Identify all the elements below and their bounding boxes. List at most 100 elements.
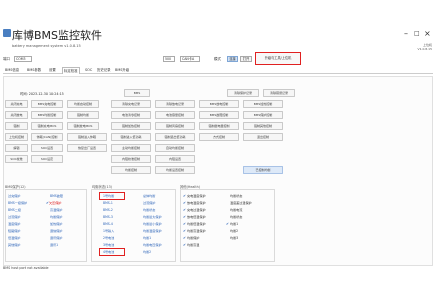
left-opt-1-5[interactable]: 短路保护 <box>8 229 20 233</box>
ctrl-btn-3-5[interactable]: 强制继电器控制 <box>199 122 239 130</box>
ctrl-btn-5-3[interactable]: 主动均衡控制 <box>111 144 151 152</box>
mid-opt-2-6[interactable]: 均衡1 <box>143 236 151 240</box>
mid-opt-1-8[interactable]: 4号电池 <box>103 250 114 254</box>
ctrl-btn-4-5[interactable]: 方式控制 <box>199 133 239 141</box>
ctrl-btn-2-3[interactable]: 电池清零控制 <box>111 111 151 119</box>
right-opt-2-5[interactable]: 均衡2 <box>230 229 238 233</box>
upgrade-tool-button[interactable]: 升级与工具/上位机 <box>255 52 301 65</box>
tab-calibration[interactable]: 标定校准 <box>62 67 80 74</box>
ctrl-btn-6-3[interactable]: 内阻设置 <box>155 155 195 163</box>
mid-opt-1-1[interactable]: BMS-1 <box>103 201 113 205</box>
left-opt-1-3[interactable]: 过流保护 <box>8 215 20 219</box>
left-opt-2-6[interactable]: 通讯保护 <box>50 236 62 240</box>
right-opt-1-0[interactable]: ✔ 充电温度保护 <box>183 194 206 198</box>
ctrl-btn-7-0[interactable]: 均衡控制 <box>111 166 151 174</box>
right-opt-2-0[interactable]: 均衡状态 <box>230 194 242 198</box>
right-opt-2-6[interactable]: 均衡3 <box>230 236 238 240</box>
right-opt-1-7[interactable]: ✔ 均衡高温 <box>183 243 199 247</box>
mid-opt-2-4[interactable]: 均衡最小保护 <box>143 222 162 226</box>
ctrl-btn-6-2[interactable]: 内阻校准控制 <box>111 155 151 163</box>
left-opt-1-1[interactable]: BMS一级保护 <box>8 201 27 205</box>
tab-bms-info[interactable]: BMS信息 <box>4 67 20 74</box>
ctrl-btn-4-1[interactable]: 休眠(CAN)控制 <box>31 133 63 141</box>
tab-bms-params[interactable]: BMS参数 <box>26 67 42 74</box>
right-opt-2-3[interactable]: 均衡状态 <box>230 215 242 219</box>
mid-opt-1-6[interactable]: 2号电池 <box>103 236 114 240</box>
mid-opt-2-5[interactable]: 均衡温度保护 <box>143 229 162 233</box>
open-button[interactable]: 打开 <box>240 56 252 62</box>
mid-opt-2-0[interactable]: 总体均衡 <box>143 194 155 198</box>
ctrl-btn-1-0[interactable]: 关闭充电 <box>5 100 28 108</box>
ctrl-btn-5-4[interactable]: 自动均衡控制 <box>155 144 195 152</box>
connect-button[interactable]: 连接 <box>227 56 238 62</box>
ctrl-btn-2-2[interactable]: 强制均衡 <box>67 111 99 119</box>
ctrl-btn-1-3[interactable]: 清除充电记录 <box>111 100 151 108</box>
left-opt-2-5[interactable]: 通信保护 <box>50 229 62 233</box>
port-select[interactable]: COM3 <box>14 56 32 62</box>
maximize-button[interactable]: □ <box>414 30 420 38</box>
right-opt-1-3[interactable]: ✔ 放电低温保护 <box>183 215 206 219</box>
ctrl-btn-2-1[interactable]: BMS均衡控制 <box>31 111 63 119</box>
left-opt-2-0[interactable]: BMS故障 <box>50 194 63 198</box>
mid-opt-1-5[interactable]: 1号输入 <box>103 229 114 233</box>
ctrl-btn-3-3[interactable]: 强制加热控制 <box>111 122 151 130</box>
ctrl-btn-2-0[interactable]: 关闭放电 <box>5 111 28 119</box>
tab-settings[interactable]: 设置 <box>48 67 57 74</box>
right-opt-1-4[interactable]: ✔ 均衡低温保护 <box>183 222 206 226</box>
clear-error-button[interactable]: 清除错误记录 <box>263 89 295 97</box>
ctrl-btn-1-6[interactable]: BMS加热控制 <box>243 100 283 108</box>
ctrl-btn-4-4[interactable]: 强制退出低功耗 <box>155 133 195 141</box>
ctrl-btn-1-4[interactable]: 清除放电记录 <box>155 100 195 108</box>
left-opt-1-4[interactable]: 温度保护 <box>8 222 20 226</box>
ctrl-btn-5-1[interactable]: SOC设置 <box>31 144 63 152</box>
rate-select[interactable]: 500 <box>163 56 175 62</box>
right-opt-1-1[interactable]: ✔ 放电温度保护 <box>183 201 206 205</box>
controlled-balance-button[interactable]: 已控制均衡 <box>243 166 283 174</box>
mid-opt-2-3[interactable]: 均衡最大保护 <box>143 215 162 219</box>
left-opt-2-3[interactable]: 均衡保护 <box>50 215 62 219</box>
left-opt-1-7[interactable]: 其他保护 <box>8 243 20 247</box>
ctrl-btn-3-1[interactable]: 强制充电MOS <box>31 122 63 130</box>
tab-bms-upgrade[interactable]: BMS升级 <box>114 67 130 74</box>
ctrl-btn-3-6[interactable]: 强制其他控制 <box>243 122 283 130</box>
right-opt-1-6[interactable]: ✔ 均衡保护 <box>183 236 199 240</box>
ctrl-btn-1-1[interactable]: BMS充电控制 <box>31 100 63 108</box>
ctrl-btn-3-4[interactable]: 强制风扇控制 <box>155 122 195 130</box>
ctrl-btn-3-0[interactable]: 强制 <box>5 122 28 130</box>
left-opt-1-2[interactable]: BMS二级 <box>8 208 21 212</box>
mid-opt-2-1[interactable]: 过流保护 <box>143 201 155 205</box>
ctrl-btn-1-2[interactable]: 均衡启动控制 <box>67 100 99 108</box>
mid-opt-1-3[interactable]: BMS-3 <box>103 215 113 219</box>
ctrl-btn-2-5[interactable]: BMS故障控制 <box>199 111 239 119</box>
left-opt-2-4[interactable]: 加热保护 <box>50 222 62 226</box>
right-opt-1-2[interactable]: ✔ 充电过温保护 <box>183 208 206 212</box>
mid-opt-1-4[interactable]: BMS-4 <box>103 222 113 226</box>
ctrl-btn-1-5[interactable]: BMS放电控制 <box>199 100 239 108</box>
right-opt-2-1[interactable]: 温度差过温保护 <box>230 201 252 205</box>
mid-opt-2-2[interactable]: 均衡状态 <box>143 208 155 212</box>
mid-opt-2-7[interactable]: 均衡电压保护 <box>143 243 162 247</box>
right-opt-2-4[interactable]: ✔ 均衡1 <box>226 222 238 226</box>
mid-opt-2-8[interactable]: 均衡2 <box>143 250 151 254</box>
ctrl-btn-2-6[interactable]: BMS保护控制 <box>243 111 283 119</box>
left-opt-2-7[interactable]: 通讯1 <box>50 243 58 247</box>
bms-button[interactable]: BMS <box>124 89 150 97</box>
close-button[interactable]: × <box>424 30 431 38</box>
left-opt-1-6[interactable]: 低温保护 <box>8 236 20 240</box>
tab-soc[interactable]: SOC <box>84 67 93 74</box>
clear-protect-button[interactable]: 清除保护记录 <box>227 89 259 97</box>
left-opt-2-2[interactable]: 高温保护 <box>50 208 62 212</box>
ctrl-btn-6-0[interactable]: SOC校准 <box>5 155 28 163</box>
left-opt-2-1[interactable]: ✔欠压保护 <box>46 201 61 205</box>
ctrl-btn-5-0[interactable]: 解锁 <box>5 144 28 152</box>
minimize-button[interactable]: – <box>404 30 408 38</box>
ctrl-btn-4-3[interactable]: 强制进入低功耗 <box>111 133 151 141</box>
right-opt-1-5[interactable]: ✔ 均衡高温保护 <box>183 229 206 233</box>
ctrl-btn-2-4[interactable]: 电池容量控制 <box>155 111 195 119</box>
ctrl-btn-3-2[interactable]: 强制放电MOS <box>67 122 99 130</box>
left-opt-1-0[interactable]: 过充保护 <box>8 194 20 198</box>
right-opt-2-2[interactable]: 均衡电流 <box>230 208 242 212</box>
mid-opt-1-7[interactable]: 3号电池 <box>103 243 114 247</box>
can-select[interactable]: CAN卡A <box>180 56 200 62</box>
tab-history[interactable]: 历史记录 <box>96 67 112 74</box>
